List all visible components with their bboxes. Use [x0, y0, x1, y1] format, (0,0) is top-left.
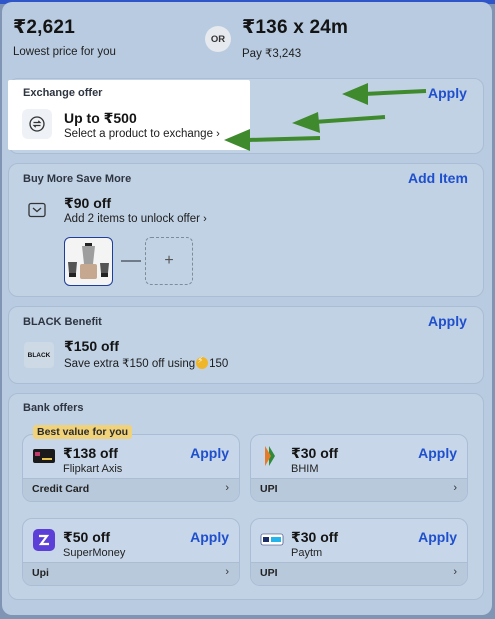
chevron-right-icon: ›	[453, 482, 457, 494]
bank-offer-footer[interactable]: Credit Card ›	[23, 478, 239, 501]
chevron-right-icon: ›	[453, 566, 457, 578]
black-amount: ₹150 off	[64, 338, 119, 354]
annotation-arrows	[224, 83, 427, 151]
bank-apply-button[interactable]: Apply	[190, 445, 229, 461]
item-separator	[121, 260, 141, 262]
arrow-to-amount	[292, 112, 386, 133]
black-apply-button[interactable]: Apply	[428, 313, 467, 329]
bank-offer-footer[interactable]: Upi ›	[23, 562, 239, 585]
buy-more-subtitle-text: Add 2 items to unlock offer	[64, 213, 200, 225]
add-product-slot[interactable]: +	[145, 237, 193, 285]
bank-offer-name: Paytm	[291, 547, 323, 559]
bank-offer-paytm[interactable]: ₹30 off Paytm Apply UPI ›	[250, 518, 468, 586]
arrow-to-apply	[342, 83, 427, 105]
chevron-right-icon: ›	[225, 482, 229, 494]
bank-offer-footer[interactable]: UPI ›	[251, 562, 467, 585]
offers-panel: ₹2,621 Lowest price for you OR ₹136 x 24…	[2, 2, 492, 615]
wallet-icon	[22, 195, 52, 225]
bank-offer-header: ₹30 off Paytm Apply	[251, 519, 467, 567]
bank-offer-footer[interactable]: UPI ›	[251, 478, 467, 501]
bank-offer-header: ₹138 off Flipkart Axis Apply	[23, 435, 239, 483]
buy-more-subtitle[interactable]: Add 2 items to unlock offer ›	[64, 213, 207, 225]
arrow-to-subtitle	[224, 129, 321, 151]
mixer-grinder-image	[68, 243, 109, 279]
paytm-icon	[260, 533, 284, 546]
bank-offer-header: ₹50 off SuperMoney Apply	[23, 519, 239, 567]
bank-apply-button[interactable]: Apply	[418, 529, 457, 545]
chevron-right-icon: ›	[225, 566, 229, 578]
bank-offer-amount: ₹30 off	[291, 445, 339, 461]
bank-offer-amount: ₹50 off	[63, 529, 111, 545]
bank-apply-button[interactable]: Apply	[190, 529, 229, 545]
payment-method: UPI	[260, 483, 278, 495]
payment-method: Upi	[32, 567, 49, 579]
flipkart-axis-card-icon	[33, 449, 55, 463]
add-item-button[interactable]: Add Item	[408, 170, 468, 186]
black-subtitle-text: Save extra ₹150 off using	[64, 358, 196, 370]
black-coins: 150	[209, 358, 229, 370]
bhim-icon	[265, 446, 275, 466]
bank-offer-flipkart-axis[interactable]: ₹138 off Flipkart Axis Apply Credit Card…	[22, 434, 240, 502]
chevron-right-icon: ›	[203, 213, 207, 225]
buy-more-title: Buy More Save More	[23, 173, 132, 185]
supermoney-icon	[33, 529, 55, 551]
bank-apply-button[interactable]: Apply	[418, 445, 457, 461]
bank-offers-title: Bank offers	[23, 402, 84, 414]
payment-method: Credit Card	[32, 483, 90, 495]
bank-offer-amount: ₹138 off	[63, 445, 118, 461]
best-value-badge: Best value for you	[33, 425, 133, 439]
supercoin-icon	[196, 355, 209, 369]
bank-offer-header: ₹30 off BHIM Apply	[251, 435, 467, 483]
bank-offer-supermoney[interactable]: ₹50 off SuperMoney Apply Upi ›	[22, 518, 240, 586]
bank-offer-bhim[interactable]: ₹30 off BHIM Apply UPI ›	[250, 434, 468, 502]
black-benefit-title: BLACK Benefit	[23, 316, 102, 328]
buy-more-amount: ₹90 off	[64, 195, 112, 211]
bank-offer-name: BHIM	[291, 463, 319, 475]
bank-offer-name: Flipkart Axis	[63, 463, 123, 475]
product-thumbnail[interactable]	[64, 237, 113, 286]
payment-method: UPI	[260, 567, 278, 579]
bank-offer-name: SuperMoney	[63, 547, 126, 559]
bank-offer-amount: ₹30 off	[291, 529, 339, 545]
plus-icon: +	[164, 252, 174, 269]
black-logo: BLACK	[24, 342, 54, 368]
black-subtitle: Save extra ₹150 off using 150	[64, 355, 229, 370]
